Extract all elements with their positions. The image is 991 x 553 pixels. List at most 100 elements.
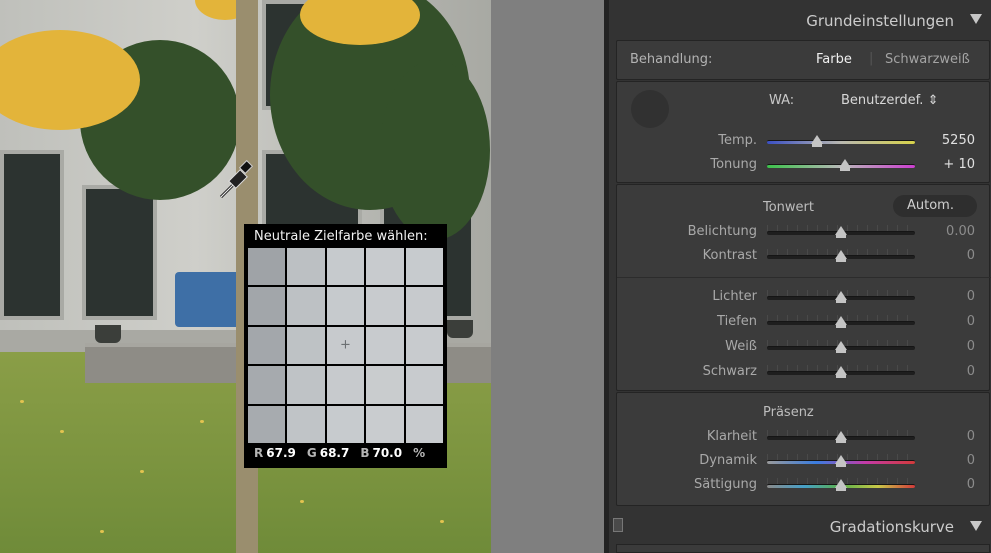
collapse-triangle-icon[interactable] (970, 14, 982, 24)
green-value: 68.7 (319, 446, 350, 460)
slider-label: Schwarz (702, 364, 757, 379)
treatment-section: Behandlung: Farbe | Schwarzweiß (616, 40, 990, 80)
percent-unit: % (413, 446, 426, 460)
slider-value[interactable]: 0 (967, 289, 975, 304)
blue-value: 70.0 (372, 446, 403, 460)
presence-section: Präsenz Klarheit 0 Dynamik 0 Sättigung 0 (616, 392, 990, 506)
slider-row-klarheit: Klarheit 0 (617, 428, 991, 448)
loupe-pixel-cell (405, 248, 443, 286)
loupe-pixel-cell (287, 366, 325, 404)
tint-label: Tonung (710, 157, 757, 172)
photo-leaf (60, 430, 64, 433)
photo-leaf (200, 420, 204, 423)
slider-thumb[interactable] (835, 431, 847, 443)
treatment-bw-option[interactable]: Schwarzweiß (885, 52, 970, 67)
photo-leaf (140, 470, 144, 473)
slider-label: Kontrast (702, 248, 757, 263)
temp-value[interactable]: 5250 (942, 133, 975, 148)
photo-leaf (440, 520, 444, 523)
temp-slider-thumb[interactable] (811, 135, 824, 147)
treatment-label: Behandlung: (630, 52, 713, 67)
slider-thumb[interactable] (835, 479, 847, 491)
slider-label: Tiefen (717, 314, 757, 329)
loupe-pixel-cell (287, 287, 325, 325)
tone-divider (617, 277, 991, 278)
slider-thumb[interactable] (835, 455, 847, 467)
basic-panel-title: Grundeinstellungen (806, 12, 954, 30)
photo-planter (95, 325, 121, 343)
photo-leaf (20, 400, 24, 403)
temp-label: Temp. (718, 133, 757, 148)
tone-section: Tonwert Autom. Belichtung 0.00 Kontrast 0 L… (616, 184, 991, 391)
loupe-pixel-cell (248, 326, 286, 365)
loupe-rgb-readout: R 67.9 G 68.7 B 70.0% (254, 446, 425, 460)
loupe-pixel-cell (248, 287, 286, 325)
slider-row-dynamik: Dynamik 0 (617, 452, 991, 472)
slider-row-lichter: Lichter 0 (617, 288, 991, 308)
slider-row-kontrast: Kontrast 0 (617, 247, 991, 267)
treatment-color-option[interactable]: Farbe (816, 52, 852, 67)
eyedropper-cursor-icon (219, 159, 254, 199)
wb-preset-dropdown[interactable]: Benutzerdef. ⇕ (841, 93, 938, 108)
slider-value[interactable]: 0 (967, 364, 975, 379)
slider-row-sättigung: Sättigung 0 (617, 476, 991, 496)
photo-canvas[interactable]: Neutrale Zielfarbe wählen: + R 67.9 G 68.7 B… (0, 0, 491, 553)
loupe-pixel-cell (248, 248, 286, 286)
tint-slider-row: Tonung + 10 (617, 156, 991, 176)
slider-thumb[interactable] (835, 226, 847, 238)
tint-value[interactable]: + 10 (943, 157, 975, 172)
loupe-pixel-cell (405, 326, 443, 365)
slider-value[interactable]: 0 (967, 477, 975, 492)
slider-thumb[interactable] (835, 366, 847, 378)
loupe-pixel-cell (366, 248, 404, 286)
loupe-pixel-cell (287, 405, 325, 443)
slider-value[interactable]: 0.00 (946, 224, 975, 239)
slider-value[interactable]: 0 (967, 248, 975, 263)
red-label: R (254, 446, 264, 460)
slider-row-weiß: Weiß 0 (617, 338, 991, 358)
tone-heading: Tonwert (763, 200, 814, 215)
green-label: G (306, 446, 317, 460)
slider-label: Dynamik (699, 453, 757, 468)
basic-panel-header[interactable]: Grundeinstellungen (609, 0, 991, 40)
temp-slider-track[interactable] (767, 140, 915, 144)
auto-tone-label: Autom. (907, 198, 954, 213)
panel-switch-icon[interactable] (613, 518, 623, 532)
loupe-pixel-cell (326, 366, 365, 404)
auto-tone-button[interactable]: Autom. (893, 195, 977, 217)
photo-window (82, 185, 157, 320)
loupe-title: Neutrale Zielfarbe wählen: (254, 229, 428, 244)
photo-window (0, 150, 64, 320)
loupe-pixel-cell (405, 366, 443, 404)
slider-thumb[interactable] (835, 250, 847, 262)
loupe-pixel-cell (366, 366, 404, 404)
loupe-pixel-cell (366, 326, 404, 365)
temp-slider-row: Temp. 5250 (617, 132, 991, 152)
photo-planter (447, 320, 473, 338)
presence-heading: Präsenz (763, 405, 814, 420)
loupe-pixel-grid: + (248, 248, 443, 443)
wb-selector-tool-icon[interactable] (631, 90, 669, 128)
loupe-pixel-cell (248, 405, 286, 443)
slider-value[interactable]: 0 (967, 314, 975, 329)
white-balance-section: WA: Benutzerdef. ⇕ Temp. 5250 Tonung + 1… (616, 81, 990, 183)
slider-label: Klarheit (706, 429, 757, 444)
slider-thumb[interactable] (835, 316, 847, 328)
wb-label: WA: (769, 93, 795, 108)
tint-slider-thumb[interactable] (839, 159, 852, 171)
slider-thumb[interactable] (835, 341, 847, 353)
expand-triangle-icon[interactable] (970, 521, 982, 531)
photo-leaf (300, 500, 304, 503)
slider-value[interactable]: 0 (967, 429, 975, 444)
slider-value[interactable]: 0 (967, 453, 975, 468)
slider-value[interactable]: 0 (967, 339, 975, 354)
slider-row-tiefen: Tiefen 0 (617, 313, 991, 333)
tone-curve-panel-header[interactable]: Gradationskurve (609, 508, 991, 544)
loupe-pixel-cell (326, 248, 365, 286)
loupe-pixel-cell (405, 287, 443, 325)
slider-thumb[interactable] (835, 291, 847, 303)
slider-label: Lichter (712, 289, 757, 304)
loupe-pixel-cell (326, 287, 365, 325)
blue-label: B (360, 446, 370, 460)
loupe-pixel-cell (287, 326, 325, 365)
